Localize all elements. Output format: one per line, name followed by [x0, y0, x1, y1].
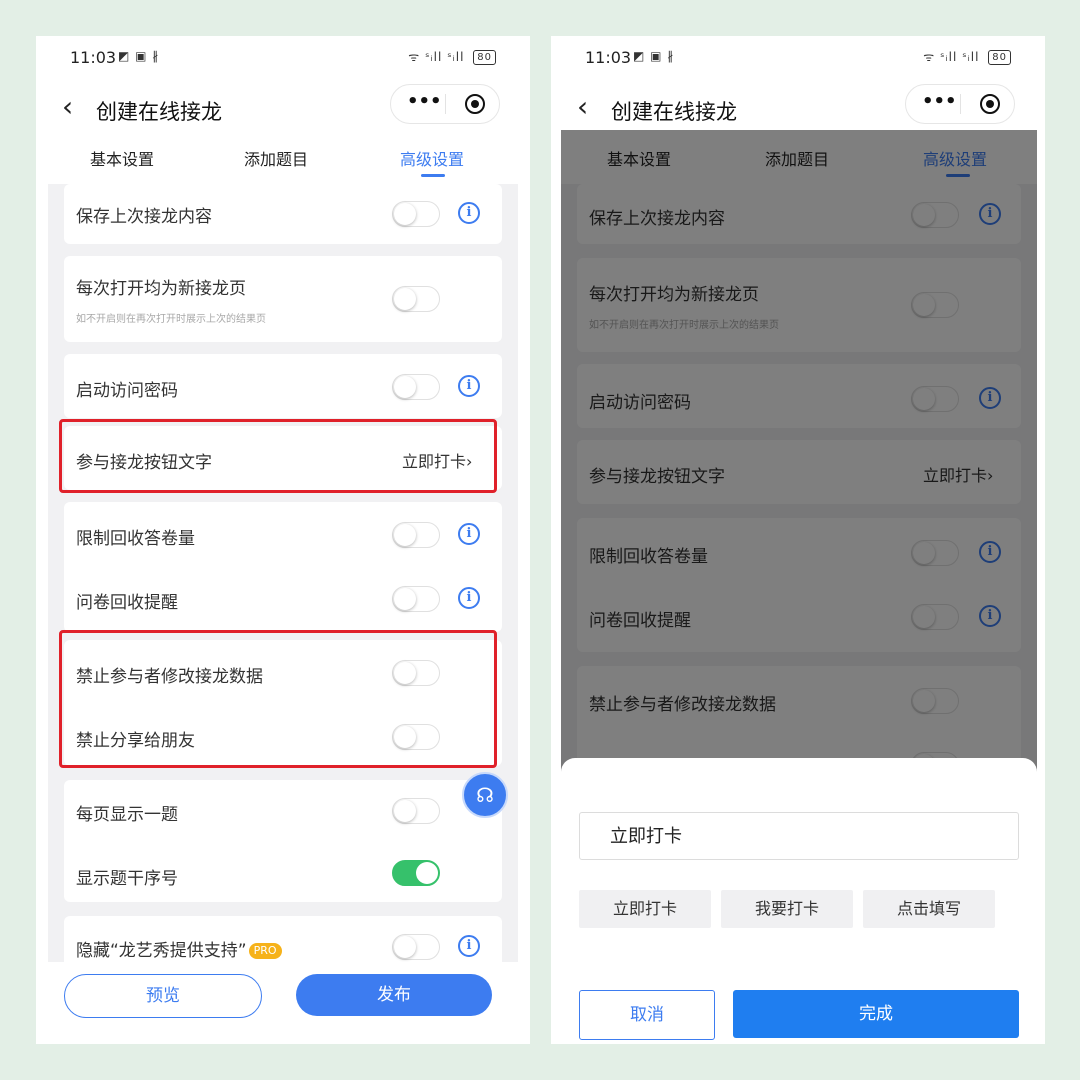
status-time: 11:03	[585, 48, 632, 67]
publish-button[interactable]: 发布	[296, 974, 492, 1016]
setting-card-limits: 限制回收答卷量 i 问卷回收提醒 i	[64, 502, 502, 632]
more-icon[interactable]: •••	[922, 91, 957, 112]
close-target-icon[interactable]	[980, 94, 1000, 114]
info-icon[interactable]: i	[458, 523, 480, 545]
tab-advanced-settings[interactable]: 高级设置	[400, 146, 464, 170]
info-icon[interactable]: i	[458, 935, 480, 957]
setting-label: 显示题干序号	[76, 869, 178, 889]
preset-option[interactable]: 我要打卡	[721, 890, 853, 928]
bottom-action-bar: 预览 发布	[36, 962, 530, 1044]
notification-icons: ◩ ▣ ∦	[118, 49, 160, 63]
setting-card-save-last: 保存上次接龙内容 i	[64, 184, 502, 244]
setting-label: 启动访问密码	[76, 381, 178, 401]
back-arrow-icon[interactable]: ‹	[62, 90, 73, 124]
setting-label: 隐藏“龙艺秀提供支持” PRO	[76, 936, 282, 961]
status-time: 11:03	[70, 48, 117, 67]
info-icon[interactable]: i	[458, 375, 480, 397]
preset-option[interactable]: 立即打卡	[579, 890, 711, 928]
customer-service-icon[interactable]: ☊	[462, 772, 508, 818]
limit-count-toggle[interactable]	[392, 522, 440, 548]
phone-screen-settings: 11:03 ◩ ▣ ∦ ᯤ ˢᵢll ˢᵢll 80 ‹ 创建在线接龙 ••• …	[36, 36, 530, 1044]
tab-bar: 基本设置 添加题目 高级设置	[36, 134, 530, 182]
tab-add-questions[interactable]: 添加题目	[244, 146, 308, 170]
hide-support-toggle[interactable]	[392, 934, 440, 960]
status-bar: 11:03 ◩ ▣ ∦ ᯤ ˢᵢll ˢᵢll 80	[551, 36, 1045, 82]
setting-card-hide-support: 隐藏“龙艺秀提供支持” PRO i	[64, 916, 502, 962]
info-icon[interactable]: i	[458, 202, 480, 224]
new-page-toggle[interactable]	[392, 286, 440, 312]
page-title: 创建在线接龙	[611, 100, 737, 124]
settings-list: 保存上次接龙内容 i 每次打开均为新接龙页 如不开启则在再次打开时展示上次的结果…	[48, 184, 518, 962]
setting-label: 保存上次接龙内容	[76, 207, 212, 227]
preview-button[interactable]: 预览	[64, 974, 262, 1018]
nav-bar: ‹ 创建在线接龙 •••	[551, 82, 1045, 132]
capsule-divider	[960, 94, 961, 114]
wifi-signal-icon: ᯤ ˢᵢll ˢᵢll	[923, 50, 980, 64]
setting-card-new-page: 每次打开均为新接龙页 如不开启则在再次打开时展示上次的结果页	[64, 256, 502, 342]
more-icon[interactable]: •••	[407, 91, 442, 112]
reminder-toggle[interactable]	[392, 586, 440, 612]
info-icon[interactable]: i	[458, 587, 480, 609]
signal-icons: ᯤ ˢᵢll ˢᵢll 80	[923, 48, 1011, 65]
preset-option[interactable]: 点击填写	[863, 890, 995, 928]
setting-label: 问卷回收提醒	[76, 593, 178, 613]
tab-basic-settings[interactable]: 基本设置	[90, 146, 154, 170]
back-arrow-icon[interactable]: ‹	[577, 90, 588, 124]
mini-program-capsule: •••	[905, 84, 1015, 124]
setting-card-password: 启动访问密码 i	[64, 354, 502, 418]
battery-icon: 80	[473, 50, 496, 65]
nav-bar: ‹ 创建在线接龙 •••	[36, 82, 530, 132]
wifi-signal-icon: ᯤ ˢᵢll ˢᵢll	[408, 50, 465, 64]
setting-label: 限制回收答卷量	[76, 529, 195, 549]
phone-screen-sheet: 11:03 ◩ ▣ ∦ ᯤ ˢᵢll ˢᵢll 80 ‹ 创建在线接龙 ••• …	[551, 36, 1045, 1044]
save-last-toggle[interactable]	[392, 201, 440, 227]
active-tab-indicator	[421, 174, 445, 177]
status-bar: 11:03 ◩ ▣ ∦ ᯤ ˢᵢll ˢᵢll 80	[36, 36, 530, 82]
battery-icon: 80	[988, 50, 1011, 65]
button-text-sheet: 立即打卡 立即打卡 我要打卡 点击填写 取消 完成	[561, 758, 1037, 1044]
done-button[interactable]: 完成	[733, 990, 1019, 1038]
highlight-box	[59, 419, 497, 493]
capsule-divider	[445, 94, 446, 114]
show-number-toggle[interactable]	[392, 860, 440, 886]
notification-icons: ◩ ▣ ∦	[633, 49, 675, 63]
close-target-icon[interactable]	[465, 94, 485, 114]
button-text-input[interactable]: 立即打卡	[579, 812, 1019, 860]
setting-card-display: 每页显示一题 显示题干序号	[64, 780, 502, 902]
setting-description: 如不开启则在再次打开时展示上次的结果页	[76, 314, 266, 325]
password-toggle[interactable]	[392, 374, 440, 400]
page-title: 创建在线接龙	[96, 100, 222, 124]
setting-label: 每页显示一题	[76, 805, 178, 825]
signal-icons: ᯤ ˢᵢll ˢᵢll 80	[408, 48, 496, 65]
mini-program-capsule: •••	[390, 84, 500, 124]
setting-label: 每次打开均为新接龙页	[76, 279, 246, 299]
one-per-page-toggle[interactable]	[392, 798, 440, 824]
cancel-button[interactable]: 取消	[579, 990, 715, 1040]
pro-badge: PRO	[248, 943, 282, 959]
highlight-box	[59, 630, 497, 768]
